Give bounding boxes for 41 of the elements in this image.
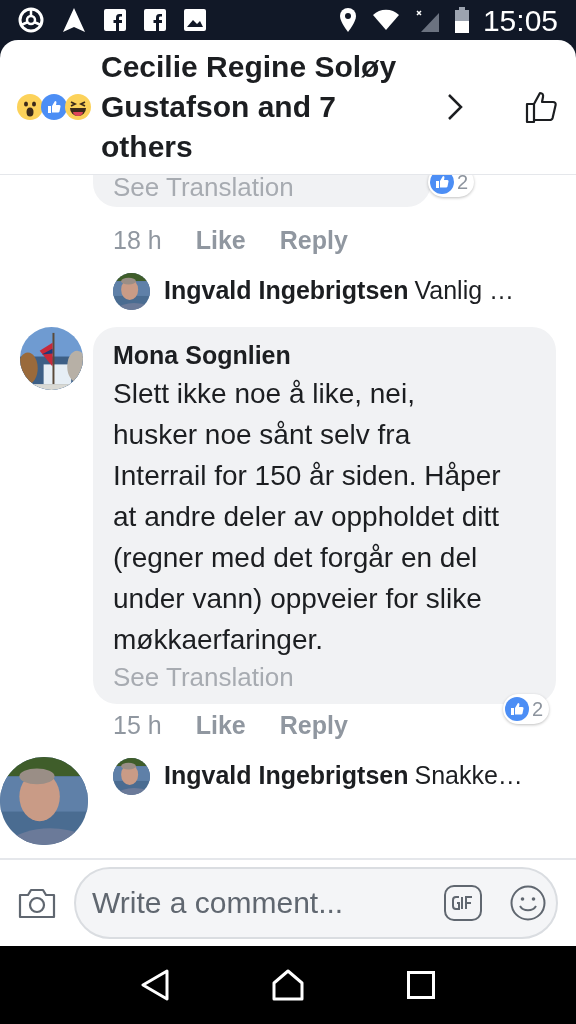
comment-time: 18 h — [113, 225, 162, 257]
signal-icon — [414, 7, 441, 33]
chevron-right-icon[interactable] — [447, 93, 463, 121]
comment-time: 15 h — [113, 710, 162, 742]
comment-field[interactable]: Write a comment... — [74, 867, 558, 939]
see-translation-link[interactable]: See Translation — [113, 660, 540, 694]
reply-author[interactable]: Ingvald Ingebrigtsen — [164, 272, 409, 310]
emoji-icon[interactable] — [510, 885, 546, 921]
clock: 15:05 — [482, 2, 558, 39]
facebook-icon — [104, 9, 126, 31]
reaction-count: 2 — [457, 175, 469, 195]
like-icon — [505, 697, 529, 721]
reply-link[interactable]: Reply — [279, 222, 348, 260]
location-icon — [338, 7, 357, 33]
home-icon[interactable] — [272, 969, 304, 1001]
reply-snippet[interactable]: Snakke… — [414, 757, 523, 795]
reply-link[interactable]: Reply — [279, 707, 348, 745]
comment-text: Slett ikke noe å like, nei, husker noe sånt selv fra Interrail for 150 år siden. Håper at andre deler av oppholdet ditt (regner med det forgår en del under vann) oppveier for slike møkkaerfaringer. — [113, 377, 502, 657]
camera-icon[interactable] — [18, 887, 56, 919]
thumbs-up-icon[interactable] — [525, 90, 559, 124]
like-icon — [41, 94, 67, 120]
laughing-emoji-icon — [65, 94, 91, 120]
reaction-badge[interactable]: 2 — [503, 694, 550, 724]
navigation-icon — [62, 7, 86, 33]
reaction-badge[interactable]: 2 — [428, 175, 475, 197]
recents-icon[interactable] — [406, 971, 435, 999]
wow-emoji-icon — [17, 94, 43, 120]
like-link[interactable]: Like — [195, 707, 246, 745]
like-link[interactable]: Like — [195, 222, 246, 260]
battery-icon — [454, 7, 469, 33]
reply-author[interactable]: Ingvald Ingebrigtsen — [164, 757, 409, 795]
reply-snippet[interactable]: Vanlig … — [414, 272, 515, 310]
reaction-count: 2 — [532, 697, 544, 722]
see-translation-link[interactable]: See Translation — [113, 175, 431, 199]
comment-author[interactable]: Mona Sognlien — [113, 339, 540, 371]
image-icon — [184, 9, 206, 31]
browser-icon — [18, 7, 44, 33]
facebook-icon — [144, 9, 166, 31]
back-icon[interactable] — [141, 969, 170, 1001]
gif-icon[interactable] — [444, 885, 482, 921]
wifi-icon — [370, 8, 401, 32]
